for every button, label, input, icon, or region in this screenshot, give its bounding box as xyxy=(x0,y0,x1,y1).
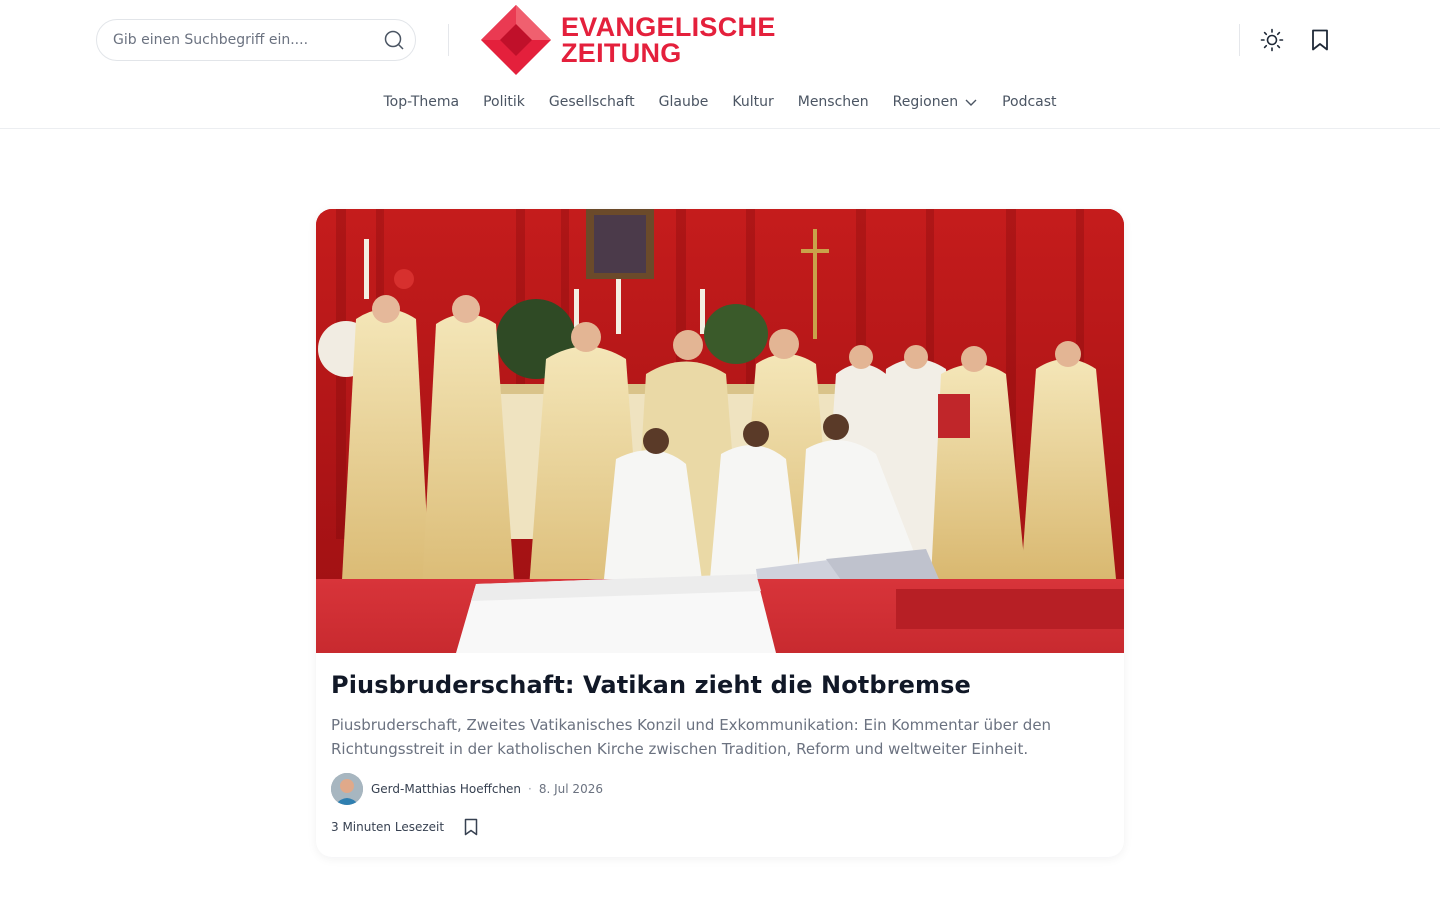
nav-item-gesellschaft[interactable]: Gesellschaft xyxy=(537,92,647,112)
nav-label: Regionen xyxy=(892,94,959,110)
article-meta: Gerd-Matthias Hoeffchen · 8. Jul 2026 xyxy=(331,773,1109,805)
logo-wordmark: EVANGELISCHE ZEITUNG xyxy=(561,12,776,68)
nav-item-podcast[interactable]: Podcast xyxy=(990,92,1068,112)
article-excerpt: Piusbruderschaft, Zweites Vatikanisches … xyxy=(331,716,1052,758)
nav-item-glaube[interactable]: Glaube xyxy=(647,92,721,112)
logo-line-1: EVANGELISCHE xyxy=(561,12,776,42)
bookmarks-button[interactable] xyxy=(1306,26,1334,54)
header-divider-left xyxy=(448,24,449,56)
meta-separator: · xyxy=(528,782,532,796)
nav-label: Kultur xyxy=(732,94,774,110)
nav-item-politik[interactable]: Politik xyxy=(471,92,537,112)
ordination-photo xyxy=(316,209,1124,653)
logo-line-2: ZEITUNG xyxy=(561,38,682,68)
nav-label: Podcast xyxy=(1002,94,1057,110)
header-divider-right xyxy=(1239,24,1240,56)
theme-toggle-button[interactable] xyxy=(1258,26,1286,54)
article-title[interactable]: Piusbruderschaft: Vatikan zieht die Notb… xyxy=(331,669,1109,701)
article-body: Piusbruderschaft: Vatikan zieht die Notb… xyxy=(316,653,1124,839)
nav-item-regionen[interactable]: Regionen xyxy=(881,92,990,112)
nav-label: Top-Thema xyxy=(383,94,460,110)
nav-item-top-thema[interactable]: Top-Thema xyxy=(371,92,471,112)
bookmark-icon xyxy=(464,818,478,836)
nav-item-menschen[interactable]: Menschen xyxy=(786,92,881,112)
nav-label: Politik xyxy=(483,94,525,110)
save-article-button[interactable] xyxy=(460,816,482,838)
main-nav: Top-Thema Politik Gesellschaft Glaube Ku… xyxy=(0,92,1440,112)
site-logo[interactable]: EVANGELISCHE ZEITUNG xyxy=(480,4,790,76)
author-name[interactable]: Gerd-Matthias Hoeffchen xyxy=(371,782,521,796)
nav-label: Glaube xyxy=(658,94,709,110)
search-box[interactable] xyxy=(96,19,416,61)
article-meta-secondary: 3 Minuten Lesezeit xyxy=(331,815,1109,839)
bookmark-icon xyxy=(1312,29,1328,51)
site-header: EVANGELISCHE ZEITUNG Top-Thema Politik G… xyxy=(0,0,1440,129)
logo-mark-icon xyxy=(481,5,551,75)
nav-item-kultur[interactable]: Kultur xyxy=(720,92,785,112)
chevron-down-icon xyxy=(965,99,977,106)
nav-label: Gesellschaft xyxy=(548,94,635,110)
search-icon[interactable] xyxy=(383,29,405,51)
read-time: 3 Minuten Lesezeit xyxy=(331,820,445,834)
author-avatar[interactable] xyxy=(331,773,363,805)
article-hero-image[interactable] xyxy=(316,209,1124,653)
article-date: 8. Jul 2026 xyxy=(538,782,603,796)
sun-icon xyxy=(1260,28,1284,52)
article-card[interactable]: Piusbruderschaft: Vatikan zieht die Notb… xyxy=(316,209,1124,857)
nav-label: Menschen xyxy=(797,94,869,110)
search-input[interactable] xyxy=(97,20,367,60)
